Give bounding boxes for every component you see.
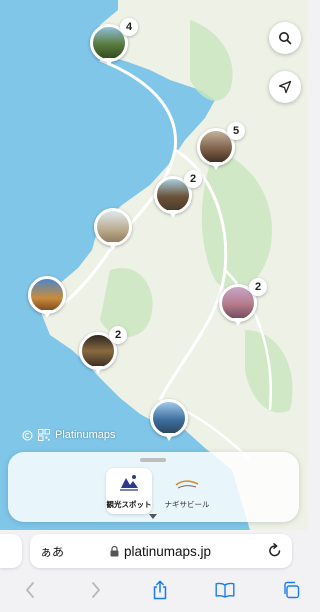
spot-photo [150,399,188,437]
map-pin[interactable] [28,276,68,322]
lock-icon [110,545,119,556]
cluster-count-badge: 2 [109,326,127,344]
category-tab-sightseeing[interactable]: 観光スポット [106,468,152,514]
url-field[interactable]: platinumaps.jp [110,544,211,559]
map-pin-cluster[interactable]: 2 [154,170,202,222]
chevron-left-icon [26,582,34,598]
map-view[interactable]: 4 5 2 2 2 Platinumaps [0,0,307,530]
url-text: platinumaps.jp [124,543,212,559]
map-attribution[interactable]: Platinumaps [22,429,116,441]
previous-tab-preview[interactable] [0,534,22,568]
share-icon [153,580,167,600]
map-pin-cluster[interactable]: 4 [90,18,138,70]
spot-photo [94,208,132,246]
qr-code-icon [38,429,50,441]
current-location-button[interactable] [269,71,301,103]
search-icon [279,32,292,45]
sheet-drag-handle[interactable] [140,458,166,462]
forward-button[interactable] [84,578,108,602]
reload-icon [269,543,281,557]
book-icon [215,582,235,598]
tabs-button[interactable] [279,578,303,602]
map-pin[interactable] [150,399,190,445]
search-button[interactable] [269,22,301,54]
text-size-button[interactable]: ぁあ [40,543,64,560]
map-pin-cluster[interactable]: 5 [197,122,245,174]
cluster-count-badge: 2 [249,278,267,296]
land-shape [40,0,307,530]
attribution-text: Platinumaps [55,429,116,441]
copyright-icon [22,429,33,441]
map-pin[interactable] [94,208,134,254]
map-pin-cluster[interactable]: 2 [219,278,267,330]
back-button[interactable] [18,578,42,602]
reload-button[interactable] [268,543,282,563]
spot-photo [28,276,66,314]
browser-toolbar [0,574,307,606]
cluster-count-badge: 4 [120,18,138,36]
nagisa-beer-logo-icon [175,480,199,489]
category-label: 観光スポット [106,500,152,509]
chevron-down-icon [149,514,157,519]
map-pin-cluster[interactable]: 2 [79,326,127,378]
cluster-count-badge: 5 [227,122,245,140]
location-arrow-icon [278,80,292,94]
category-tab-nagisa-beer[interactable]: ナギサビール [164,468,210,514]
category-label: ナギサビール [164,500,210,509]
chevron-right-icon [92,582,100,598]
sightseeing-logo-icon [120,475,138,491]
category-sheet[interactable]: 観光スポット ナギサビール [8,452,299,522]
share-button[interactable] [148,578,172,602]
tabs-icon [284,581,300,599]
bookmarks-button[interactable] [213,578,237,602]
address-bar[interactable]: ぁあ platinumaps.jp [30,534,292,568]
cluster-count-badge: 2 [184,170,202,188]
